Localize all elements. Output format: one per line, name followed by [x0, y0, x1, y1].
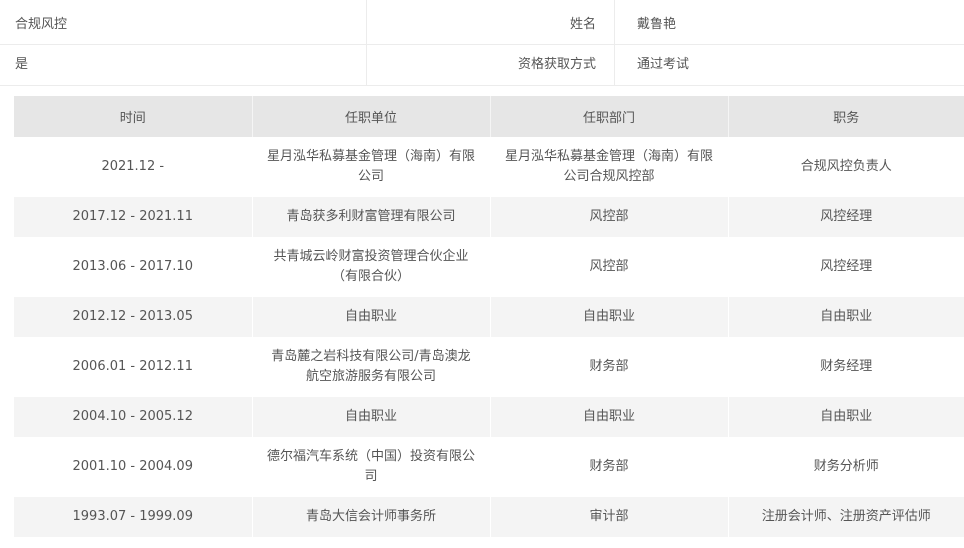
divider: [614, 0, 615, 44]
cell-time: 2017.12 - 2021.11: [14, 197, 253, 237]
cell-unit: 自由职业: [252, 297, 491, 337]
divider: [366, 40, 367, 85]
table-row: 2004.10 - 2005.12 自由职业 自由职业 自由职业: [14, 397, 964, 437]
header-department: 任职部门: [490, 96, 729, 137]
cell-time: 2006.01 - 2012.11: [14, 337, 253, 397]
divider: [614, 40, 615, 85]
cell-unit: 自由职业: [252, 397, 491, 437]
info-row-qualification: 是 资格获取方式 通过考试: [0, 40, 964, 86]
cell-unit: 德尔福汽车系统（中国）投资有限公司: [252, 437, 491, 497]
cell-department: 风控部: [490, 197, 729, 237]
header-time: 时间: [14, 96, 253, 137]
header-unit: 任职单位: [252, 96, 491, 137]
divider: [366, 0, 367, 44]
cell-position: 自由职业: [728, 297, 964, 337]
cell-time: 2001.10 - 2004.09: [14, 437, 253, 497]
table-row: 2006.01 - 2012.11 青岛麓之岩科技有限公司/青岛澳龙航空旅游服务…: [14, 337, 964, 397]
cell-position: 财务经理: [728, 337, 964, 397]
cell-position: 风控经理: [728, 237, 964, 297]
cell-department: 自由职业: [490, 397, 729, 437]
cell-time: 2021.12 -: [14, 137, 253, 197]
cell-position: 风控经理: [728, 197, 964, 237]
info-value: 戴鲁艳: [637, 16, 677, 32]
table-row: 2013.06 - 2017.10 共青城云岭财富投资管理合伙企业（有限合伙） …: [14, 237, 964, 297]
cell-position: 合规风控负责人: [728, 137, 964, 197]
cell-department: 风控部: [490, 237, 729, 297]
header-position: 职务: [728, 96, 964, 137]
cell-position: 自由职业: [728, 397, 964, 437]
info-row-name: 合规风控 姓名 戴鲁艳: [0, 0, 964, 45]
cell-unit: 共青城云岭财富投资管理合伙企业（有限合伙）: [252, 237, 491, 297]
info-label: 姓名: [569, 16, 596, 32]
info-value: 通过考试: [637, 57, 690, 72]
employment-history-table: 时间 任职单位 任职部门 职务 2021.12 - 星月泓华私募基金管理（海南）…: [14, 96, 964, 537]
cell-time: 2013.06 - 2017.10: [14, 237, 253, 297]
cell-unit: 青岛麓之岩科技有限公司/青岛澳龙航空旅游服务有限公司: [252, 337, 491, 397]
table-row: 1993.07 - 1999.09 青岛大信会计师事务所 审计部 注册会计师、注…: [14, 497, 964, 537]
cell-position: 财务分析师: [728, 437, 964, 497]
table-row: 2001.10 - 2004.09 德尔福汽车系统（中国）投资有限公司 财务部 …: [14, 437, 964, 497]
cell-department: 自由职业: [490, 297, 729, 337]
cell-department: 财务部: [490, 437, 729, 497]
cell-unit: 青岛获多利财富管理有限公司: [252, 197, 491, 237]
cell-time: 2004.10 - 2005.12: [14, 397, 253, 437]
cell-time: 1993.07 - 1999.09: [14, 497, 253, 537]
cell-time: 2012.12 - 2013.05: [14, 297, 253, 337]
cell-unit: 青岛大信会计师事务所: [252, 497, 491, 537]
cell-unit: 星月泓华私募基金管理（海南）有限公司: [252, 137, 491, 197]
cell-position: 注册会计师、注册资产评估师: [728, 497, 964, 537]
table-row: 2021.12 - 星月泓华私募基金管理（海南）有限公司 星月泓华私募基金管理（…: [14, 137, 964, 197]
cell-department: 审计部: [490, 497, 729, 537]
cell-department: 星月泓华私募基金管理（海南）有限公司合规风控部: [490, 137, 729, 197]
info-label: 资格获取方式: [517, 57, 596, 72]
info-left-value: 是: [15, 57, 29, 72]
cell-department: 财务部: [490, 337, 729, 397]
table-row: 2017.12 - 2021.11 青岛获多利财富管理有限公司 风控部 风控经理: [14, 197, 964, 237]
info-left-value: 合规风控: [15, 16, 68, 32]
table-header-row: 时间 任职单位 任职部门 职务: [14, 96, 964, 137]
table-row: 2012.12 - 2013.05 自由职业 自由职业 自由职业: [14, 297, 964, 337]
